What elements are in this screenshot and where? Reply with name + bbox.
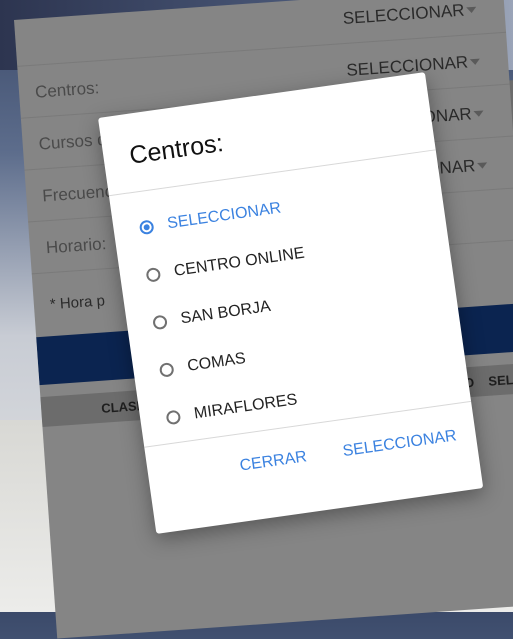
radio-selected-icon[interactable] [138,219,155,236]
option-label: MIRAFLORES [192,391,299,423]
chevron-down-icon [473,110,484,118]
chevron-down-icon [466,6,477,14]
close-button[interactable]: CERRAR [239,448,308,475]
form-select-value[interactable]: SELECCIONAR [342,1,465,29]
column-header-sel: SEL [487,372,513,389]
radio-icon[interactable] [152,314,168,331]
option-label: SAN BORJA [179,297,272,328]
form-label-horario: Horario: [45,234,107,258]
chevron-down-icon [469,58,481,66]
option-label: SELECCIONAR [166,199,283,233]
dialog-title: Centros: [127,128,226,170]
option-label: COMAS [186,349,247,375]
option-label: CENTRO ONLINE [172,244,306,280]
radio-icon[interactable] [158,361,175,378]
form-label-centros: Centros: [34,78,100,102]
form-note: * Hora p [49,292,106,314]
radio-icon[interactable] [145,266,162,283]
chevron-down-icon [477,162,488,170]
centros-dialog: Centros: SELECCIONAR CENTRO ONLINE SAN B… [98,72,484,534]
select-button[interactable]: SELECCIONAR [342,427,458,461]
radio-icon[interactable] [165,409,182,426]
